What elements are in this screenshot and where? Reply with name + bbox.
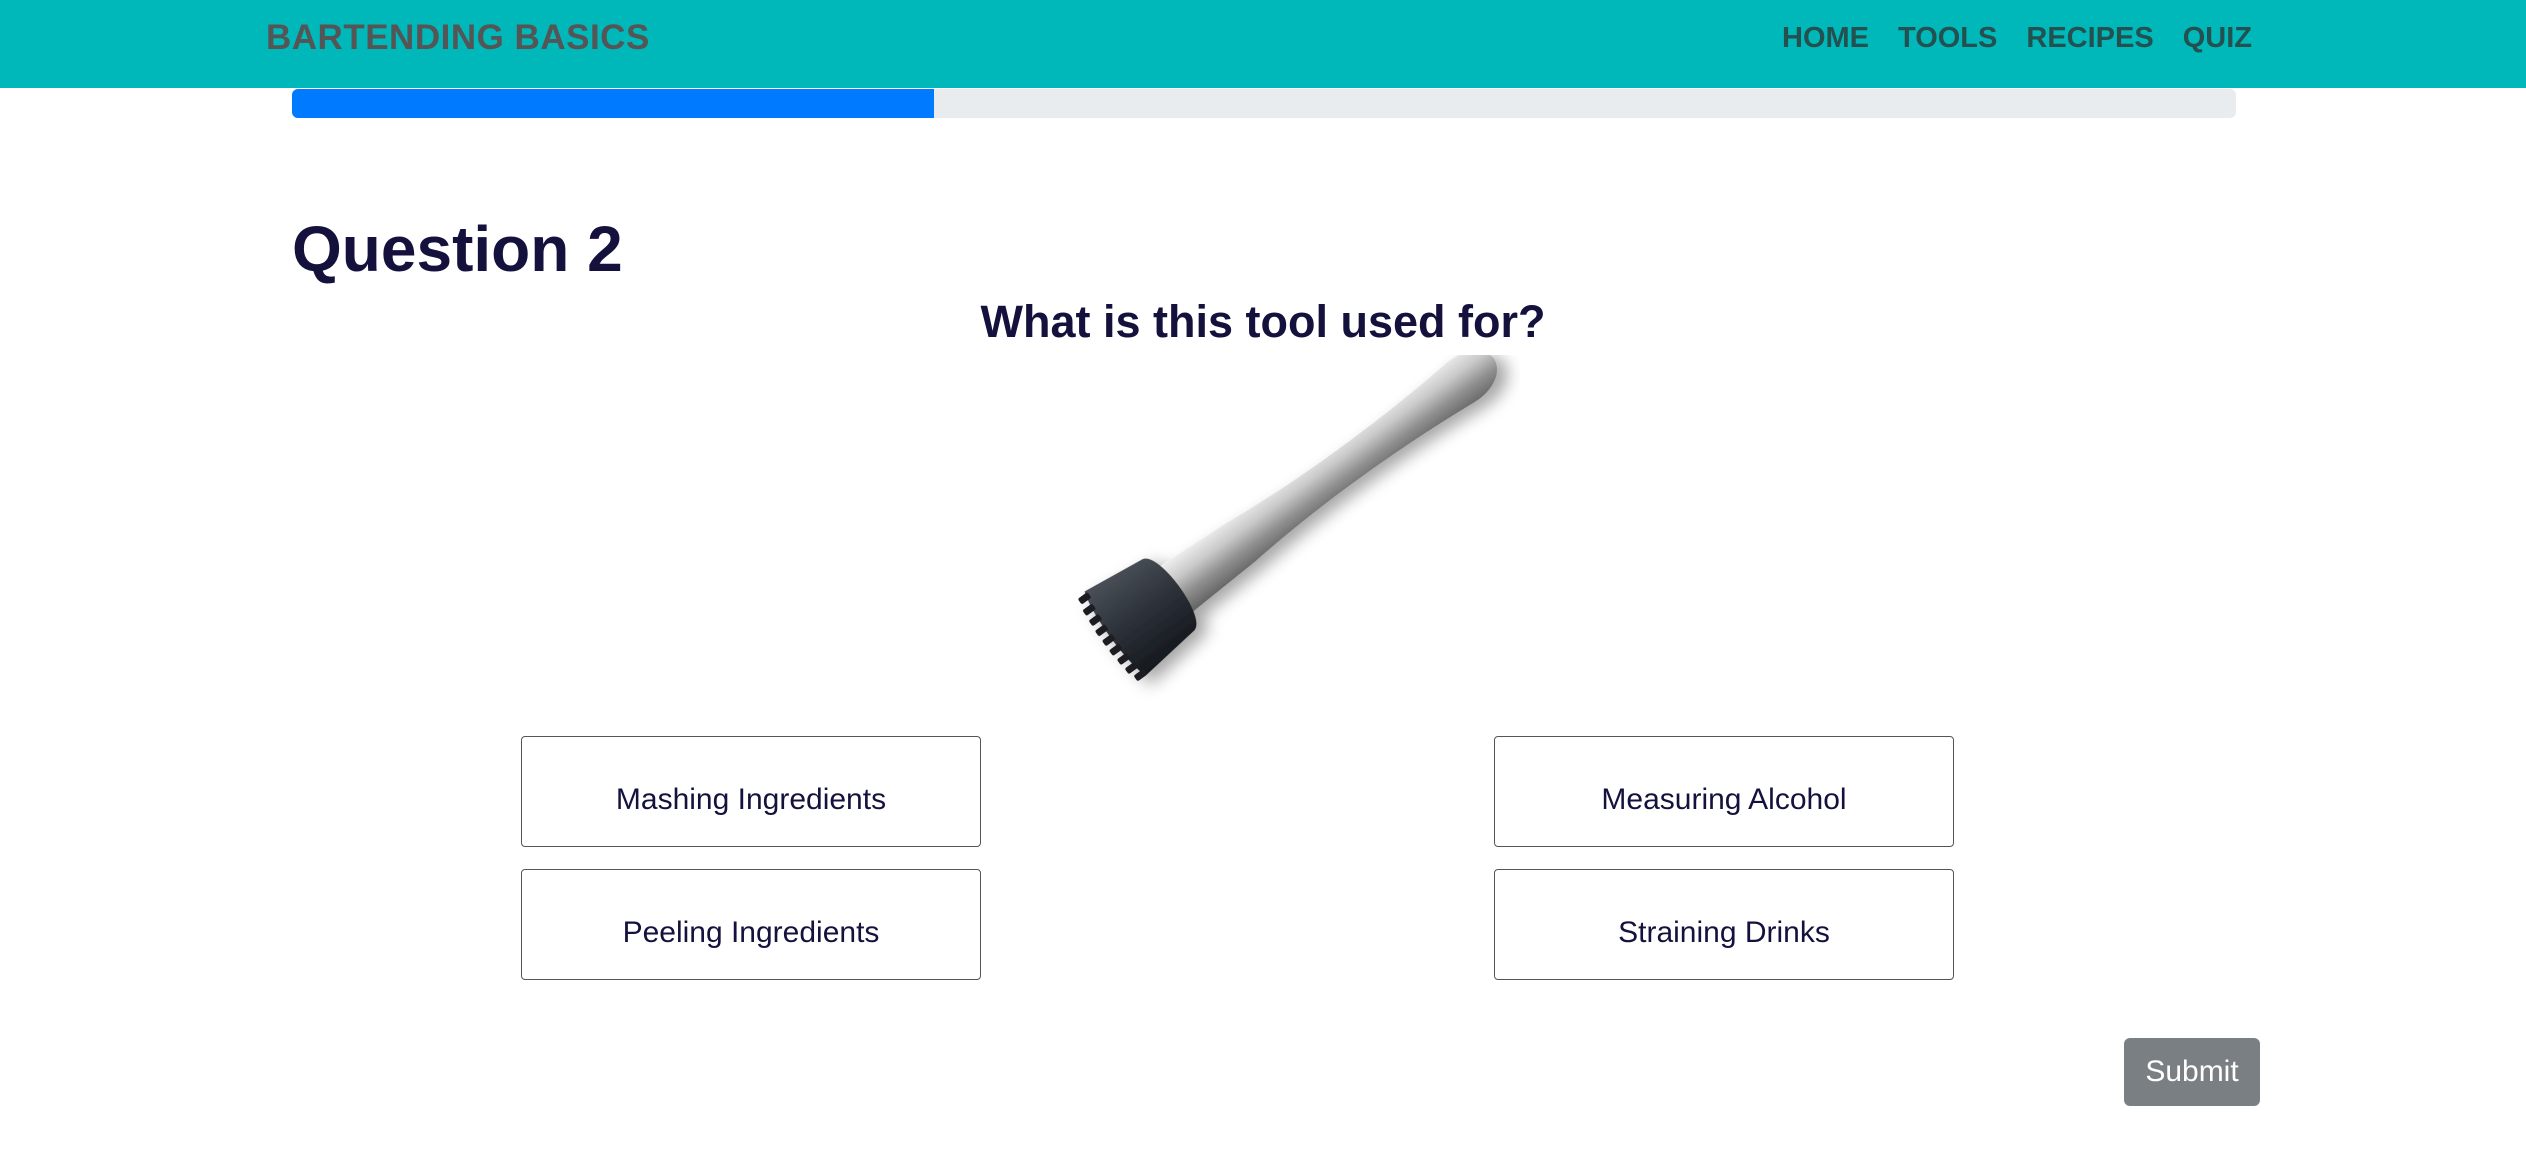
muddler-icon <box>1078 355 1498 681</box>
answer-peeling-ingredients[interactable]: Peeling Ingredients <box>521 869 981 980</box>
question-text: What is this tool used for? <box>980 296 1546 347</box>
question-title: Question 2 <box>292 213 623 285</box>
answer-mashing-ingredients[interactable]: Mashing Ingredients <box>521 736 981 847</box>
nav-link-recipes[interactable]: RECIPES <box>2026 20 2153 56</box>
nav-link-tools[interactable]: TOOLS <box>1898 20 1997 56</box>
nav-link-home[interactable]: HOME <box>1782 20 1869 56</box>
answer-straining-drinks[interactable]: Straining Drinks <box>1494 869 1954 980</box>
nav-links: HOME TOOLS RECIPES QUIZ <box>1782 20 2252 56</box>
quiz-progress-bar <box>292 89 2236 118</box>
nav-link-quiz[interactable]: QUIZ <box>2183 20 2252 56</box>
answer-measuring-alcohol[interactable]: Measuring Alcohol <box>1494 736 1954 847</box>
brand-logo[interactable]: BARTENDING BASICS <box>266 18 650 58</box>
quiz-progress-fill <box>292 89 934 118</box>
navbar: BARTENDING BASICS HOME TOOLS RECIPES QUI… <box>0 0 2526 88</box>
submit-button[interactable]: Submit <box>2124 1038 2260 1106</box>
